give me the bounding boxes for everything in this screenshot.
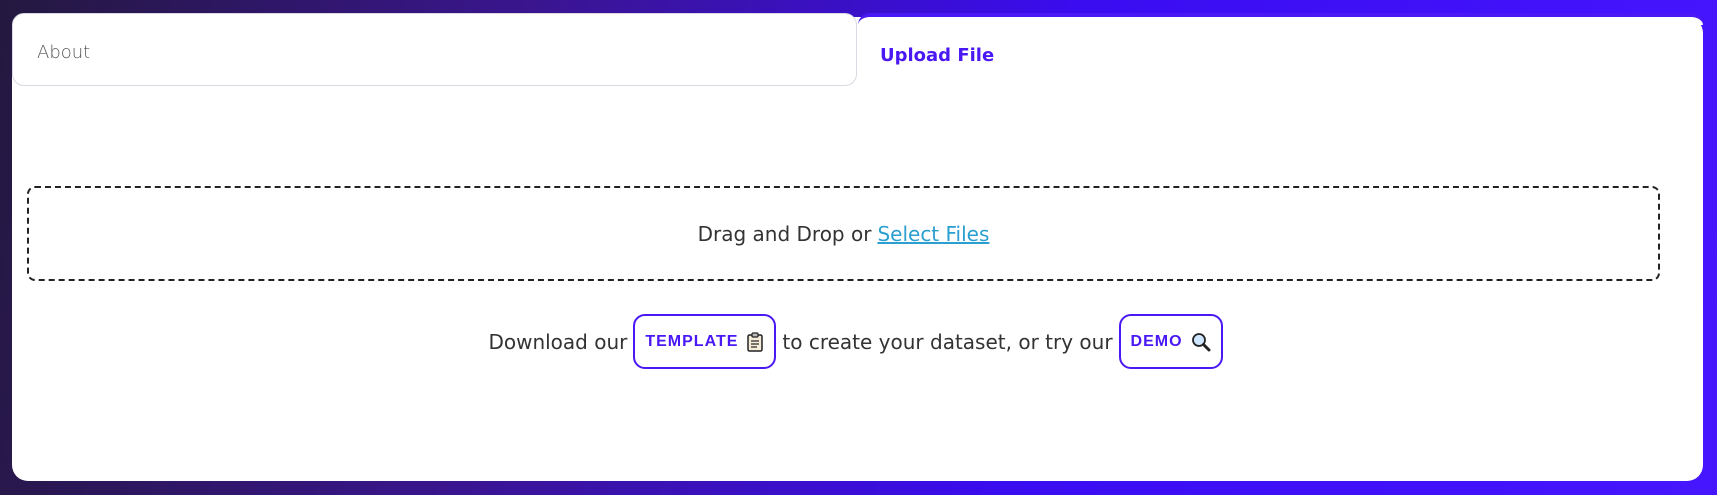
tab-about[interactable]: About <box>12 13 857 86</box>
demo-button[interactable]: DEMO <box>1118 314 1223 369</box>
download-prefix-text: Download our <box>488 329 628 354</box>
tab-upload-file-label[interactable]: Upload File <box>880 45 994 66</box>
select-files-link[interactable]: Select Files <box>877 222 989 246</box>
download-row: Download our TEMPLATE to create your dat… <box>0 313 1717 370</box>
tab-about-label: About <box>37 42 91 63</box>
tab-upload-file[interactable] <box>858 13 1703 25</box>
magnifier-icon <box>1191 332 1211 352</box>
demo-button-label: DEMO <box>1130 332 1183 350</box>
template-button[interactable]: TEMPLATE <box>633 314 777 369</box>
download-middle-text: to create your dataset, or try our <box>782 329 1113 354</box>
dropzone-text: Drag and Drop or <box>697 221 872 246</box>
template-button-label: TEMPLATE <box>645 332 739 350</box>
clipboard-icon <box>746 331 764 352</box>
file-dropzone[interactable]: Drag and Drop or Select Files <box>27 186 1660 281</box>
